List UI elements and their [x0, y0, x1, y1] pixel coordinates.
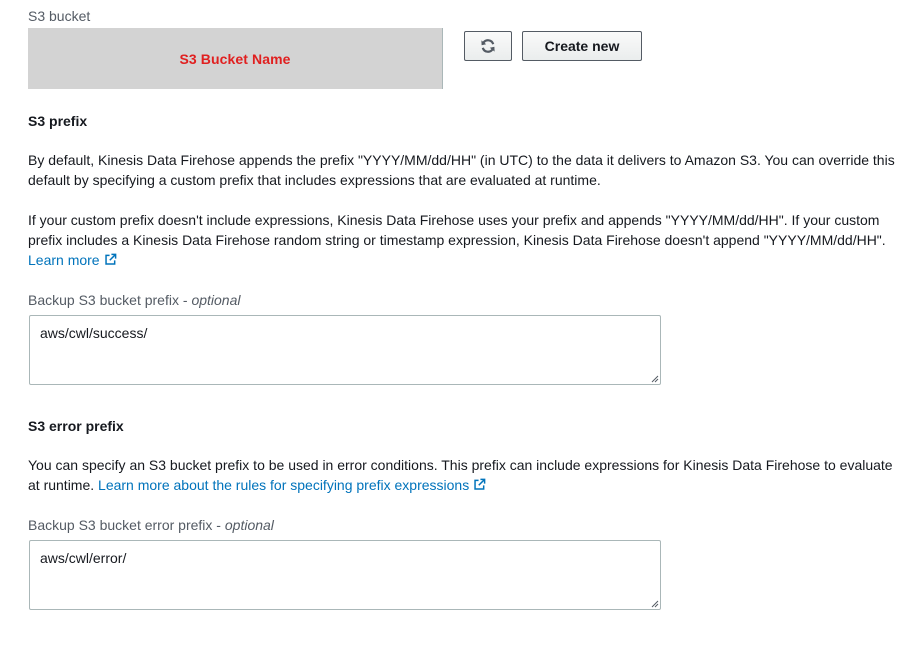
s3-prefix-details: If your custom prefix doesn't include ex… [28, 210, 898, 270]
s3-prefix-details-text: If your custom prefix doesn't include ex… [28, 212, 886, 248]
external-link-icon [104, 253, 116, 265]
backup-prefix-label: Backup S3 bucket prefix - optional [28, 292, 241, 308]
learn-more-label: Learn more [28, 252, 100, 268]
backup-prefix-label-text: Backup S3 bucket prefix [28, 292, 179, 308]
backup-error-prefix-label: Backup S3 bucket error prefix - optional [28, 517, 274, 533]
s3-prefix-title: S3 prefix [28, 113, 88, 129]
backup-error-prefix-optional: optional [224, 517, 274, 533]
refresh-button[interactable] [464, 31, 512, 61]
external-link-icon [474, 478, 486, 490]
s3-bucket-value: S3 Bucket Name [179, 50, 291, 67]
learn-more-link[interactable]: Learn more [28, 252, 117, 268]
create-new-button[interactable]: Create new [522, 31, 642, 61]
refresh-icon [481, 39, 495, 53]
prefix-rules-label: Learn more about the rules for specifyin… [98, 477, 470, 493]
backup-prefix-value: aws/cwl/success/ [40, 325, 148, 341]
s3-bucket-label: S3 bucket [28, 8, 91, 24]
s3-error-prefix-title: S3 error prefix [28, 418, 124, 434]
resize-handle-icon[interactable] [650, 374, 659, 383]
s3-prefix-description: By default, Kinesis Data Firehose append… [28, 152, 895, 188]
s3-error-prefix-description: You can specify an S3 bucket prefix to b… [28, 455, 898, 495]
prefix-rules-link[interactable]: Learn more about the rules for specifyin… [98, 477, 486, 493]
backup-prefix-optional: optional [191, 292, 241, 308]
s3-bucket-select[interactable]: S3 Bucket Name [28, 28, 443, 89]
backup-error-prefix-textarea[interactable]: aws/cwl/error/ [29, 540, 661, 610]
backup-prefix-textarea[interactable]: aws/cwl/success/ [29, 315, 661, 385]
resize-handle-icon[interactable] [650, 599, 659, 608]
backup-error-prefix-value: aws/cwl/error/ [40, 550, 127, 566]
backup-error-prefix-label-text: Backup S3 bucket error prefix [28, 517, 213, 533]
